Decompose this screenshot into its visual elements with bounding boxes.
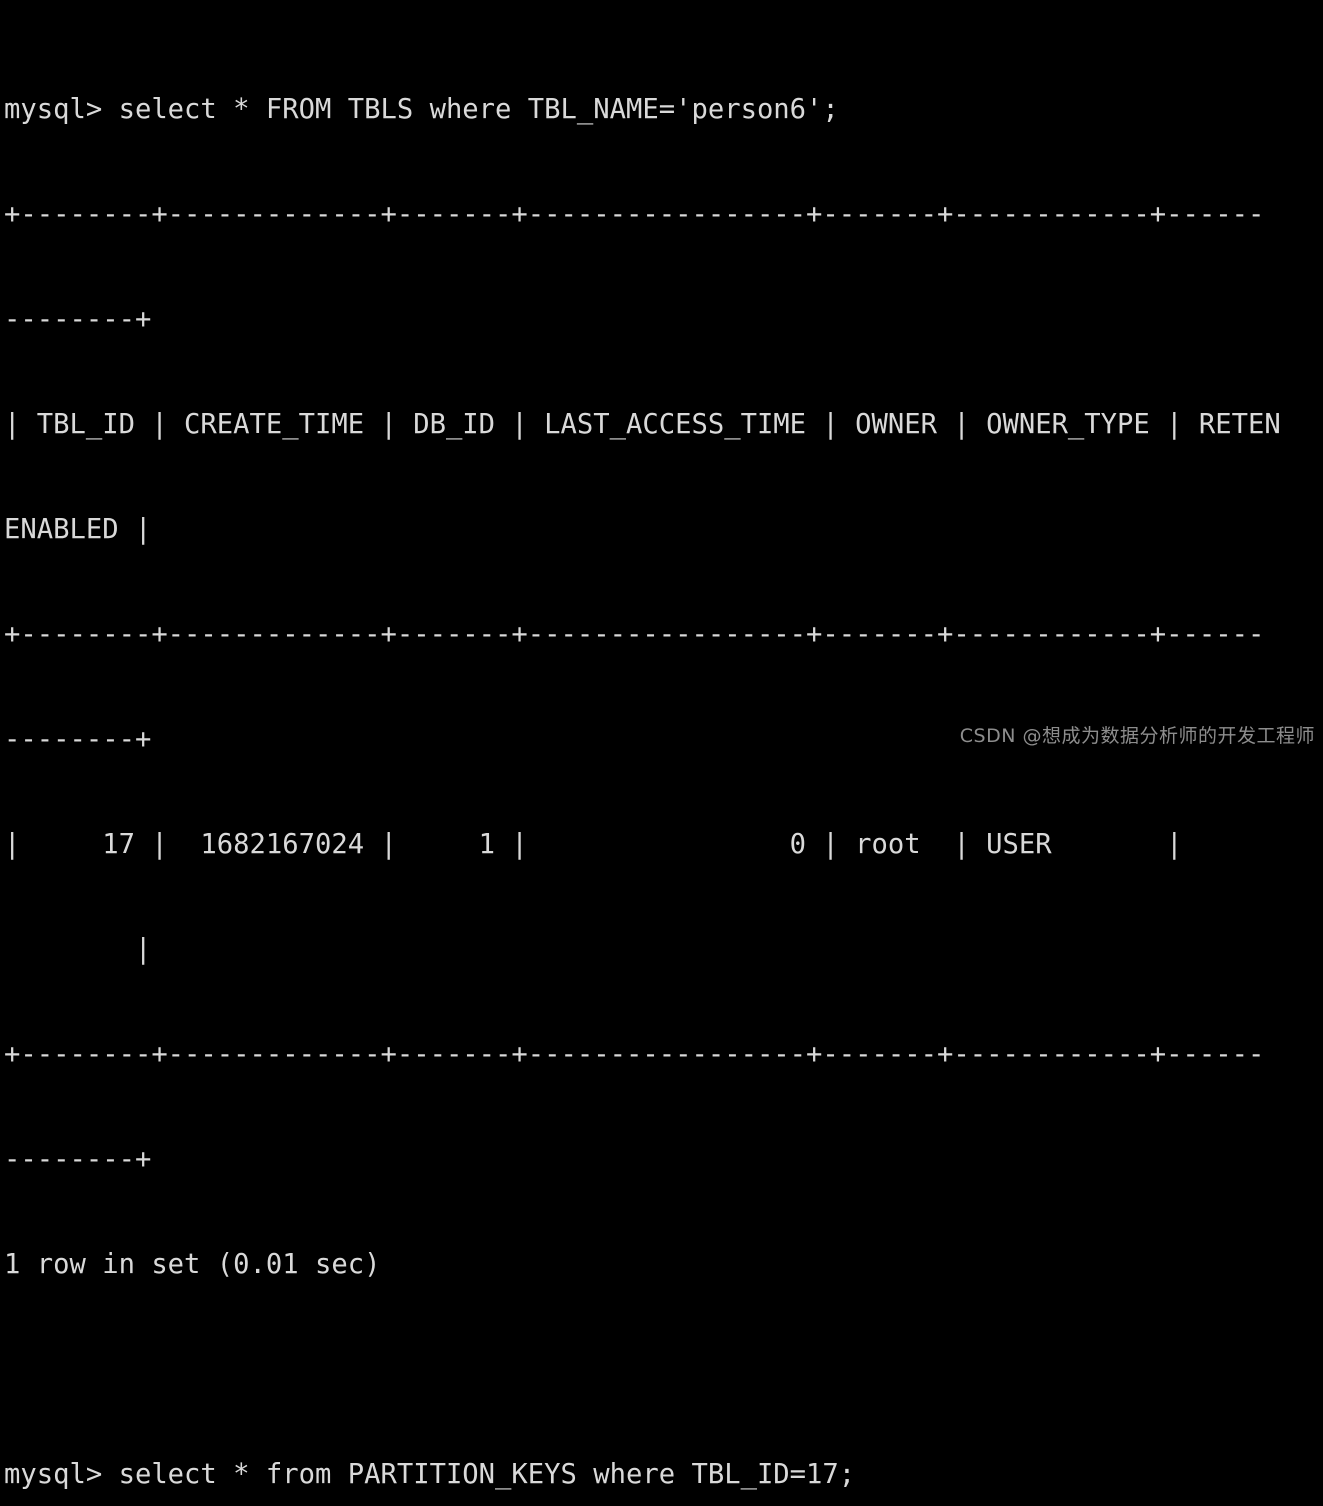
terminal-line: | [4,934,152,965]
terminal-line: +--------+-------------+-------+--------… [4,199,1265,230]
terminal-line: mysql> select * from PARTITION_KEYS wher… [4,1459,856,1490]
terminal-line: | TBL_ID | CREATE_TIME | DB_ID | LAST_AC… [4,409,1281,440]
terminal-line: --------+ [4,304,152,335]
terminal-line: 1 row in set (0.01 sec) [4,1249,381,1280]
terminal-window[interactable]: mysql> select * FROM TBLS where TBL_NAME… [0,0,1323,1490]
terminal-output: mysql> select * FROM TBLS where TBL_NAME… [4,22,1323,1506]
terminal-line: mysql> select * FROM TBLS where TBL_NAME… [4,94,839,125]
terminal-line: +--------+-------------+-------+--------… [4,1039,1265,1070]
terminal-line: ENABLED | [4,514,152,545]
terminal-line: | 17 | 1682167024 | 1 | 0 | root | USER … [4,829,1183,860]
terminal-line: --------+ [4,1144,152,1175]
terminal-line: +--------+-------------+-------+--------… [4,619,1265,650]
csdn-watermark: CSDN @想成为数据分析师的开发工程师 [959,725,1315,747]
